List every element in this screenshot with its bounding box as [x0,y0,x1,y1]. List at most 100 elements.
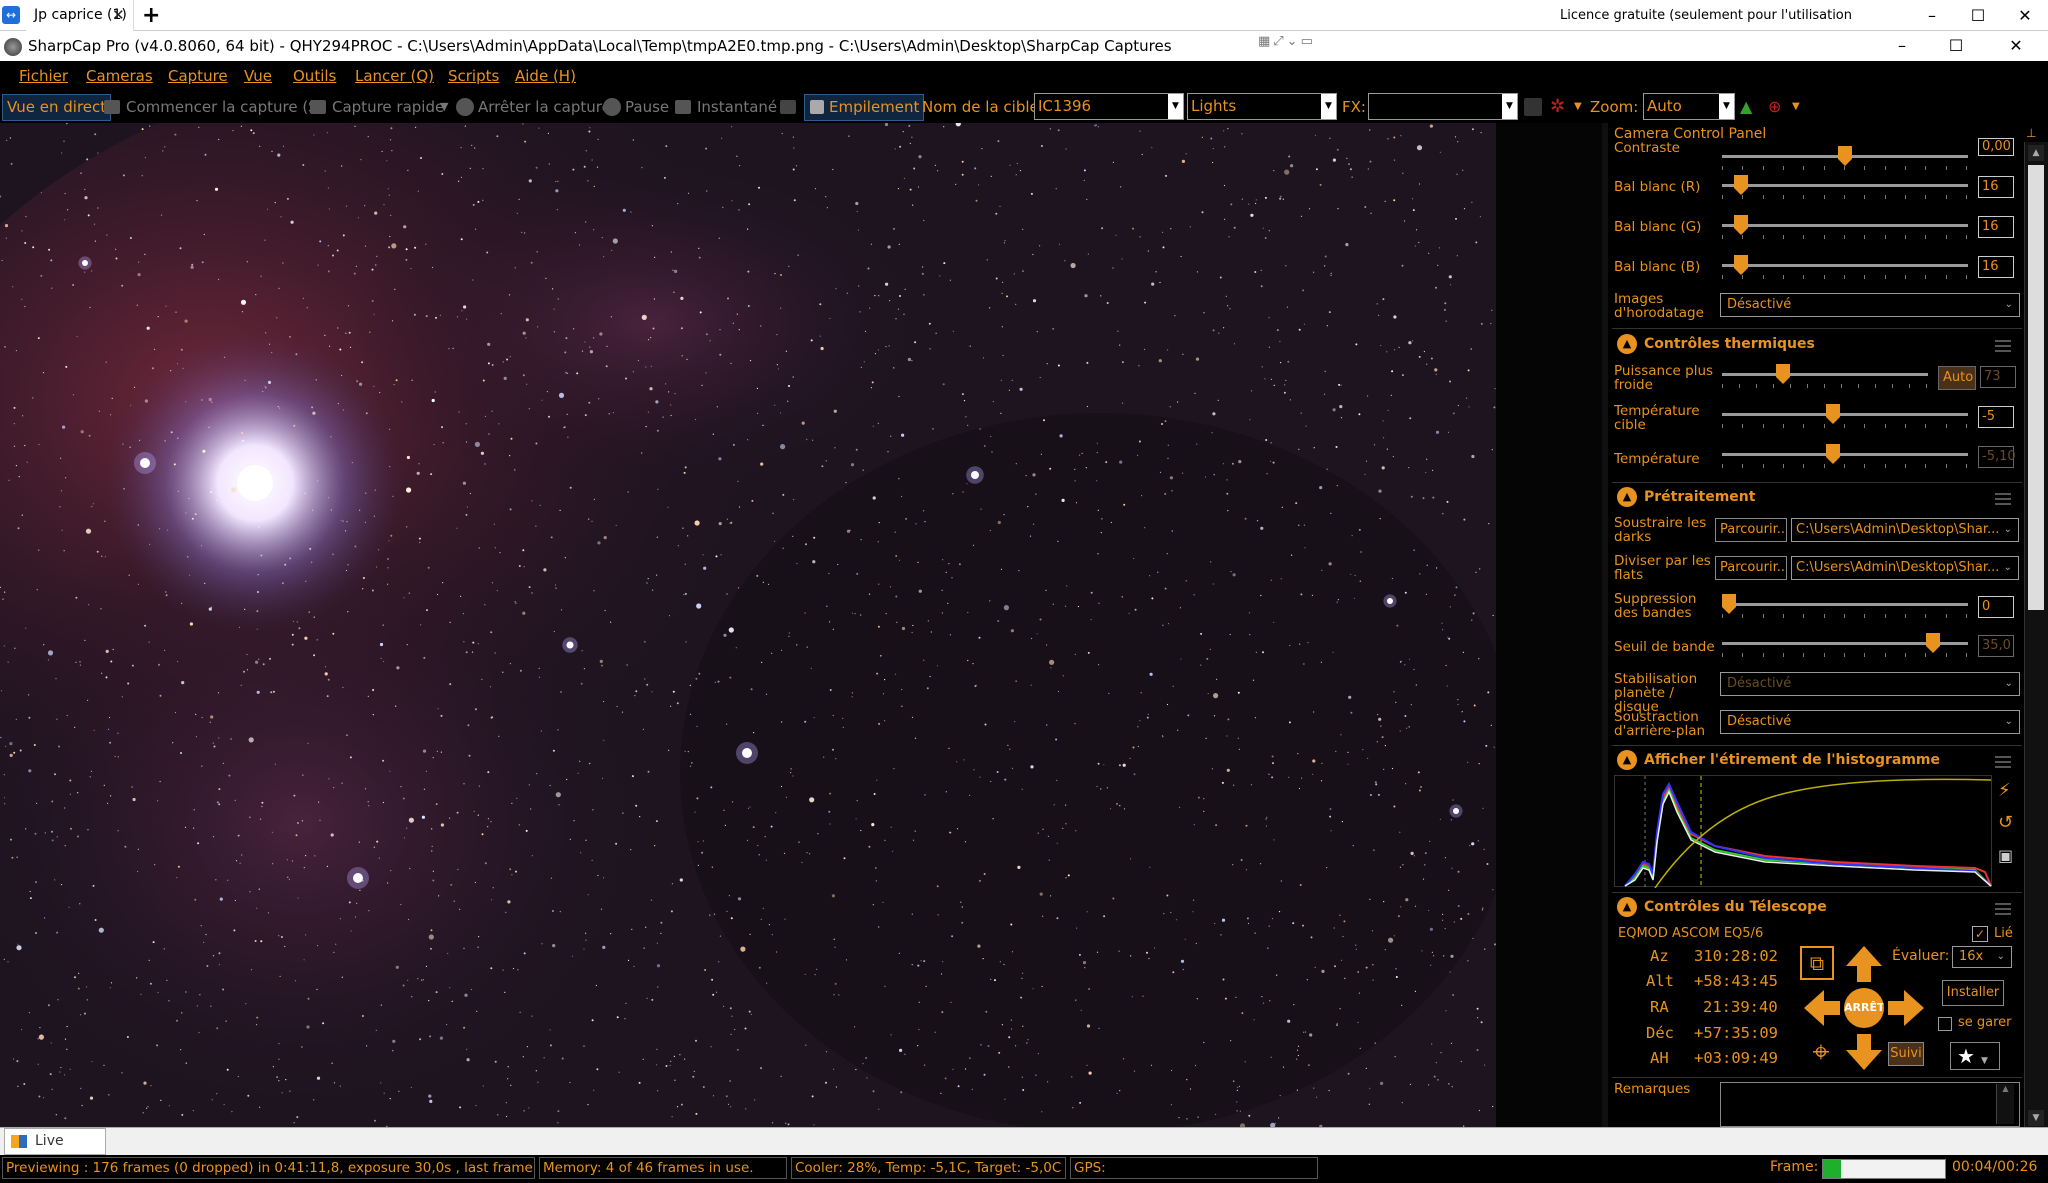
install-button[interactable]: Installer [1942,980,2004,1006]
section-menu-icon[interactable] [1995,493,2011,505]
menu-aide[interactable]: Aide (H) [515,61,576,91]
notes-textarea[interactable] [1720,1082,2020,1127]
save-icon[interactable]: ▣ [1998,846,2013,865]
park-checkbox[interactable] [1938,1017,1952,1031]
chevron-down-icon[interactable]: ▼ [1792,91,1800,123]
remote-toolbar-icons[interactable]: ▦⤢⌄▭ [1258,34,1322,54]
chevron-down-icon[interactable]: ▼ [440,91,448,123]
menu-cameras[interactable]: Cameras [86,61,153,91]
focus-tool-icon[interactable]: ⊕ [1768,91,1781,123]
target-temp-slider[interactable] [1722,404,1968,430]
bg-subtraction-dropdown[interactable]: Désactivé ⌄ [1720,710,2020,734]
auto-stretch-icon[interactable]: ⚡ [1998,780,2011,801]
quick-capture-button[interactable]: Capture rapide [332,91,444,123]
chevron-down-icon[interactable]: ▼ [1981,1056,1988,1066]
chevron-down-icon[interactable]: ▼ [1719,94,1734,119]
arrow-down-button[interactable] [1844,1032,1884,1072]
chevron-down-icon[interactable]: ▼ [1168,94,1183,119]
menu-fichier[interactable]: Fichier [19,61,68,91]
goto-icon[interactable]: ⧉ [1800,946,1834,980]
chevron-down-icon[interactable]: ▼ [1502,94,1517,119]
section-menu-icon[interactable] [1995,756,2011,768]
contrast-slider[interactable] [1722,146,1968,170]
slider-thumb[interactable] [1775,364,1790,384]
timestamp-dropdown[interactable]: Désactivé ⌄ [1720,293,2020,317]
histogram-icon[interactable]: ▲ [1740,91,1752,123]
collapse-icon[interactable]: ▲ [1617,487,1637,507]
banding-value[interactable]: 0 [1978,596,2014,618]
slider-thumb[interactable] [1722,594,1736,614]
scroll-up-icon[interactable]: ▲ [2028,145,2044,161]
linked-checkbox[interactable]: ✓ [1972,926,1988,942]
minimize-icon[interactable]: – [1882,31,1922,61]
reset-icon[interactable]: ↺ [1998,812,2013,833]
menu-lancer[interactable]: Lancer (Q) [355,61,434,91]
flats-path-dropdown[interactable]: C:\Users\Admin\Desktop\Shar... ⌄ [1791,556,2019,580]
menu-vue[interactable]: Vue [244,61,272,91]
fx-settings-icon[interactable] [1524,98,1542,116]
wb-green-slider[interactable] [1722,215,1968,241]
slider-thumb[interactable] [1826,444,1841,464]
target-temp-value[interactable]: -5 [1978,406,2014,428]
cooler-power-slider[interactable] [1722,364,1928,390]
stop-mount-button[interactable]: ARRÊTE [1844,988,1884,1028]
slider-thumb[interactable] [1826,404,1841,424]
section-menu-icon[interactable] [1995,903,2011,915]
wb-red-slider[interactable] [1722,175,1968,201]
star-icon[interactable]: ★ ▼ [1950,1042,2000,1070]
minimize-icon[interactable]: – [1912,0,1952,31]
snapshot-button[interactable]: Instantané [697,91,777,123]
maximize-icon[interactable]: ☐ [1936,31,1976,61]
start-capture-button[interactable]: Commencer la capture (S) [126,91,324,123]
pause-button[interactable]: Pause [625,91,669,123]
banding-slider[interactable] [1722,594,1968,620]
preview-image[interactable] [0,123,1496,1127]
maximize-icon[interactable]: ☐ [1958,0,1998,31]
collapse-icon[interactable]: ▲ [1617,334,1637,354]
section-menu-icon[interactable] [1995,340,2011,352]
add-tab-button[interactable]: + [142,0,162,31]
scroll-down-icon[interactable]: ▼ [2028,1110,2044,1126]
slider-thumb[interactable] [1926,633,1941,653]
darks-path-dropdown[interactable]: C:\Users\Admin\Desktop\Shar... ⌄ [1791,518,2019,542]
frame-type-combo[interactable]: Lights ▼ [1187,93,1337,120]
arrow-up-button[interactable] [1844,944,1884,984]
stop-capture-button[interactable]: Arrêter la capture [478,91,611,123]
slider-thumb[interactable] [1838,146,1852,166]
wb-red-value[interactable]: 16 [1978,176,2014,198]
live-view-button[interactable]: Vue en direct [2,94,112,121]
slider-thumb[interactable] [1733,215,1748,235]
arrow-right-button[interactable] [1886,988,1926,1028]
close-icon[interactable]: ✕ [112,0,130,31]
zoom-combo[interactable]: Auto ▼ [1643,93,1735,120]
track-button[interactable]: Suivi [1888,1042,1924,1066]
menu-capture[interactable]: Capture [168,61,228,91]
pin-icon[interactable]: ⊥ [2026,126,2036,140]
scrollbar-thumb[interactable] [2028,165,2044,610]
notes-scrollbar[interactable]: ▲ [1996,1084,2014,1124]
wb-blue-slider[interactable] [1722,255,1968,281]
target-name-combo[interactable]: IC1396 ▼ [1034,93,1184,120]
collapse-icon[interactable]: ▲ [1617,750,1637,770]
histogram-plot[interactable] [1614,775,1992,889]
wb-green-value[interactable]: 16 [1978,216,2014,238]
darks-browse-button[interactable]: Parcourir... [1715,518,1787,542]
close-icon[interactable]: ✕ [1996,31,2036,61]
wb-blue-value[interactable]: 16 [1978,256,2014,278]
cooler-auto-button[interactable]: Auto [1938,366,1976,390]
slider-thumb[interactable] [1733,175,1748,195]
home-target-icon[interactable]: ⌖ [1802,1034,1840,1072]
flats-browse-button[interactable]: Parcourir... [1715,556,1787,580]
reticle-icon[interactable]: ✲ [1550,91,1565,123]
collapse-icon[interactable]: ▲ [1617,897,1637,917]
fx-combo[interactable]: ▼ [1368,93,1518,120]
contrast-value[interactable]: 0,00 [1978,138,2014,156]
menu-scripts[interactable]: Scripts [448,61,499,91]
menu-outils[interactable]: Outils [293,61,336,91]
close-icon[interactable]: ✕ [2005,0,2045,31]
band-threshold-slider[interactable] [1722,633,1968,659]
monitor-icon[interactable] [780,100,796,114]
slider-thumb[interactable] [1733,255,1748,275]
rate-dropdown[interactable]: 16x ⌄ [1952,946,2012,968]
arrow-left-button[interactable] [1802,988,1842,1028]
